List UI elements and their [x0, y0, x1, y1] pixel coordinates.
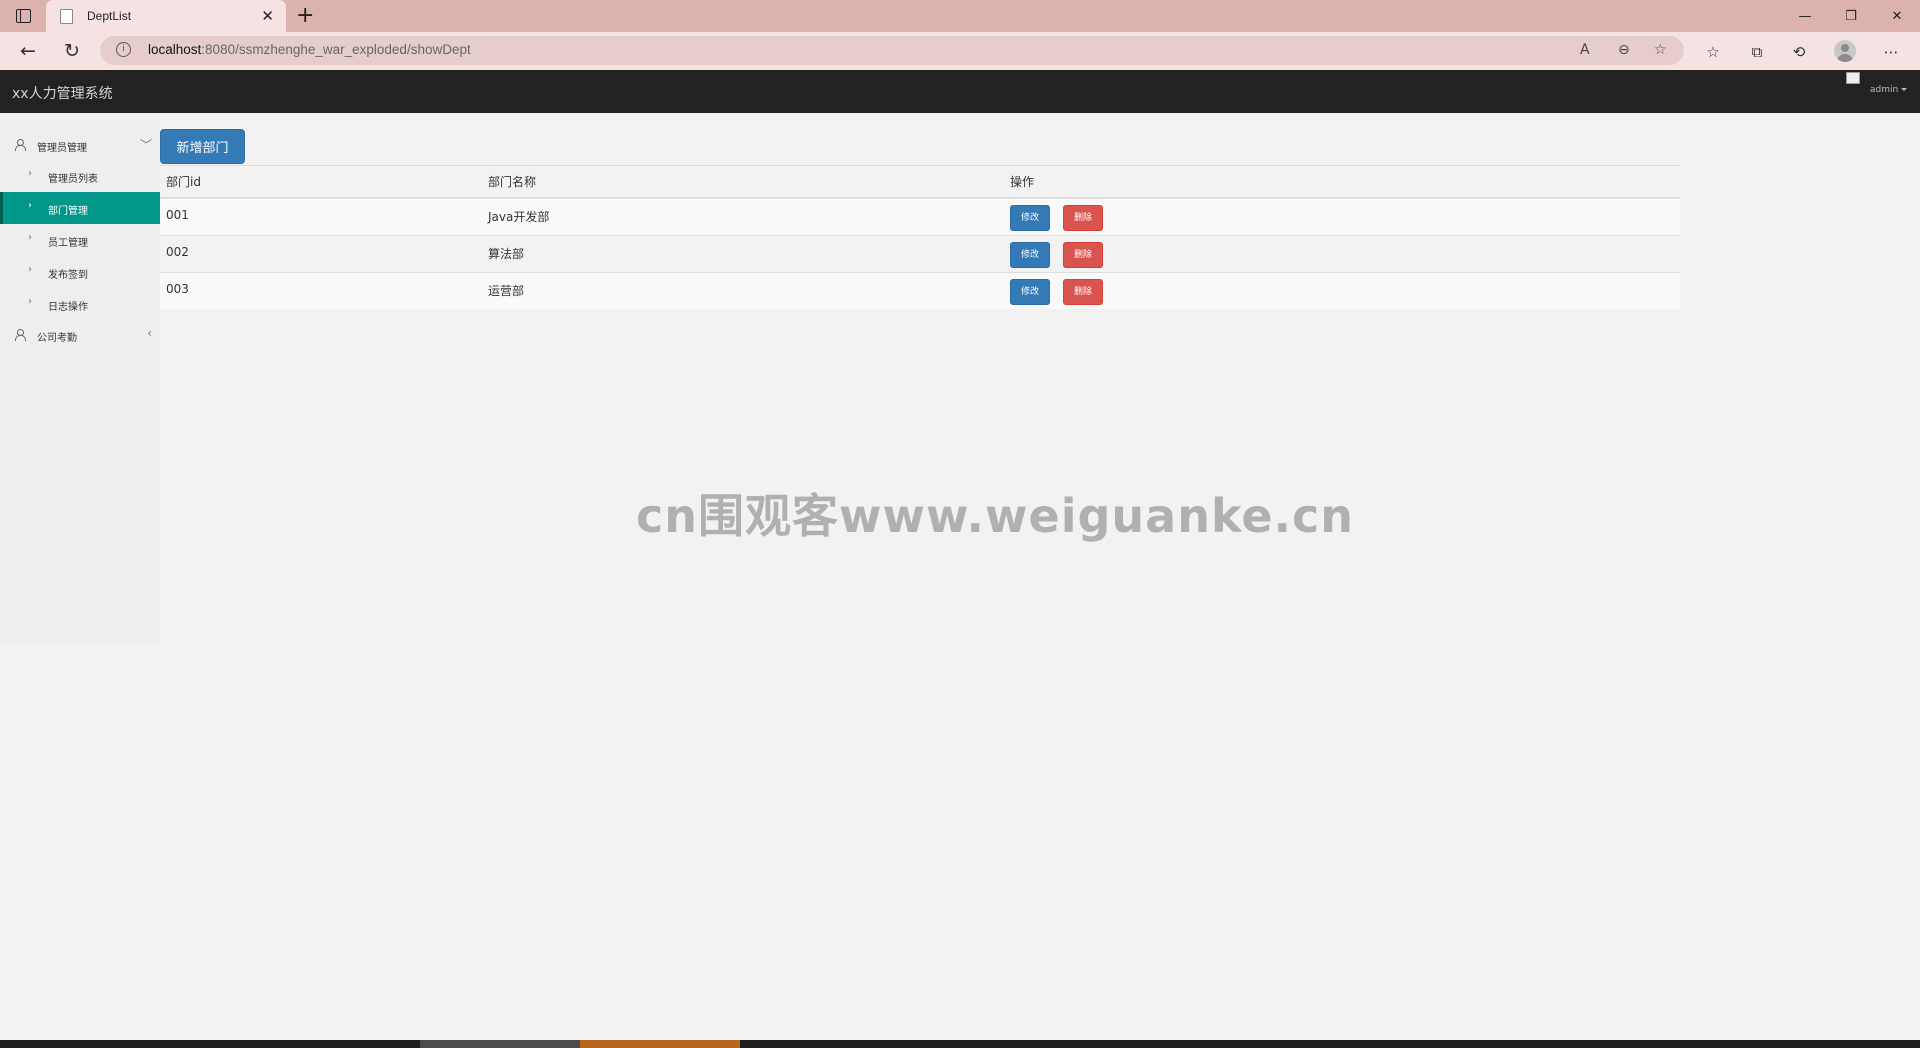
- cell-id: 001: [160, 197, 482, 235]
- url-field[interactable]: i localhost:8080/ssmzhenghe_war_exploded…: [100, 36, 1684, 65]
- site-info-icon[interactable]: i: [116, 42, 131, 57]
- cell-name: Java开发部: [482, 197, 1004, 235]
- chevron-right-icon: ›: [28, 200, 32, 211]
- profile-avatar-icon[interactable]: [1834, 40, 1856, 62]
- sidebar-group-admin[interactable]: 管理员管理 ﹀: [0, 130, 160, 160]
- delete-button[interactable]: 删除: [1063, 205, 1103, 231]
- browser-address-bar: ← ↻ i localhost:8080/ssmzhenghe_war_expl…: [0, 32, 1920, 70]
- sidebar-item-label: 日志操作: [48, 302, 88, 313]
- table-header-row: 部门id 部门名称 操作: [160, 165, 1680, 199]
- sidebar-item-admin-list[interactable]: › 管理员列表: [0, 160, 160, 192]
- watermark-text: cn围观客www.weiguanke.cn: [636, 489, 1355, 543]
- sidebar: 管理员管理 ﹀ › 管理员列表 › 部门管理 › 员工管理 › 发布签到 › 日…: [0, 113, 160, 643]
- chevron-down-icon: ﹀: [139, 138, 152, 152]
- sidebar-item-dept[interactable]: › 部门管理: [0, 192, 160, 224]
- cell-id: 002: [160, 234, 482, 272]
- delete-button[interactable]: 删除: [1063, 278, 1103, 305]
- table-row: 002 算法部 修改 删除: [160, 234, 1680, 272]
- collections-icon[interactable]: ⧉: [1744, 40, 1770, 64]
- table-row: 003 运营部 修改 删除: [160, 271, 1680, 309]
- sidebar-group-label: 公司考勤: [37, 333, 77, 344]
- table-row: 001 Java开发部 修改 删除: [160, 197, 1680, 235]
- chevron-right-icon: ›: [28, 232, 32, 243]
- back-arrow-icon[interactable]: ←: [14, 38, 42, 64]
- sidebar-item-label: 员工管理: [48, 238, 88, 249]
- cell-actions: 修改 删除: [1004, 197, 1680, 235]
- app-title: xx人力管理系统: [12, 86, 113, 102]
- sidebar-group-label: 管理员管理: [37, 143, 87, 154]
- delete-button[interactable]: 删除: [1063, 241, 1103, 268]
- sidebar-item-signin[interactable]: › 发布签到: [0, 256, 160, 288]
- chevron-left-icon: ‹: [147, 326, 152, 340]
- edit-button[interactable]: 修改: [1010, 205, 1050, 231]
- edit-button[interactable]: 修改: [1010, 278, 1050, 305]
- sidebar-item-log[interactable]: › 日志操作: [0, 288, 160, 320]
- cell-name: 算法部: [482, 234, 1004, 272]
- user-avatar-image: [1846, 72, 1860, 84]
- zoom-out-icon[interactable]: ⊖: [1618, 42, 1630, 58]
- window-close-icon[interactable]: ✕: [1874, 0, 1920, 32]
- history-icon[interactable]: ⟲: [1786, 40, 1812, 64]
- sidebar-item-label: 发布签到: [48, 270, 88, 281]
- read-aloud-icon[interactable]: A: [1580, 42, 1590, 58]
- chevron-right-icon: ›: [28, 264, 32, 275]
- browser-tab-title: DeptList: [87, 9, 132, 23]
- chevron-right-icon: ›: [28, 296, 32, 307]
- os-taskbar: [0, 1040, 1920, 1048]
- favorites-icon[interactable]: ☆: [1700, 40, 1726, 64]
- add-dept-button[interactable]: 新增部门: [160, 129, 245, 164]
- cell-actions: 修改 删除: [1004, 271, 1680, 309]
- sidebar-item-label: 部门管理: [48, 206, 88, 217]
- caret-down-icon: [1901, 88, 1908, 91]
- reload-icon[interactable]: ↻: [58, 38, 86, 64]
- edit-button[interactable]: 修改: [1010, 241, 1050, 268]
- browser-tab-bar: DeptList ✕ + — ❐ ✕: [0, 0, 1920, 32]
- cell-actions: 修改 删除: [1004, 234, 1680, 272]
- user-dropdown[interactable]: admin: [1870, 85, 1908, 95]
- taskbar-app[interactable]: [580, 1040, 740, 1048]
- user-icon: [14, 139, 26, 151]
- cell-name: 运营部: [482, 271, 1004, 309]
- dept-table: 部门id 部门名称 操作 001 Java开发部 修改 删除 002 算法部 修改…: [160, 165, 1680, 309]
- cell-id: 003: [160, 271, 482, 309]
- sidebar-item-label: 管理员列表: [48, 174, 98, 185]
- taskbar-app[interactable]: [420, 1040, 580, 1048]
- page-favicon-icon: [60, 8, 73, 24]
- sidebar-item-employee[interactable]: › 员工管理: [0, 224, 160, 256]
- column-header-id: 部门id: [160, 165, 482, 199]
- close-tab-icon[interactable]: ✕: [261, 7, 274, 25]
- more-menu-icon[interactable]: ⋯: [1878, 40, 1904, 64]
- minimize-icon[interactable]: —: [1782, 0, 1828, 32]
- column-header-actions: 操作: [1004, 165, 1680, 199]
- user-icon: [14, 329, 26, 341]
- browser-tab[interactable]: DeptList ✕: [46, 0, 286, 32]
- new-tab-button[interactable]: +: [296, 2, 314, 30]
- add-favorite-icon[interactable]: ☆: [1654, 42, 1667, 58]
- url-text: localhost:8080/ssmzhenghe_war_exploded/s…: [148, 42, 471, 57]
- app-header: xx人力管理系统 admin: [0, 70, 1920, 113]
- sidebar-group-attendance[interactable]: 公司考勤 ‹: [0, 320, 160, 350]
- restore-icon[interactable]: ❐: [1828, 0, 1874, 32]
- chevron-right-icon: ›: [28, 168, 32, 179]
- column-header-name: 部门名称: [482, 165, 1004, 199]
- tab-actions-icon[interactable]: [8, 4, 38, 28]
